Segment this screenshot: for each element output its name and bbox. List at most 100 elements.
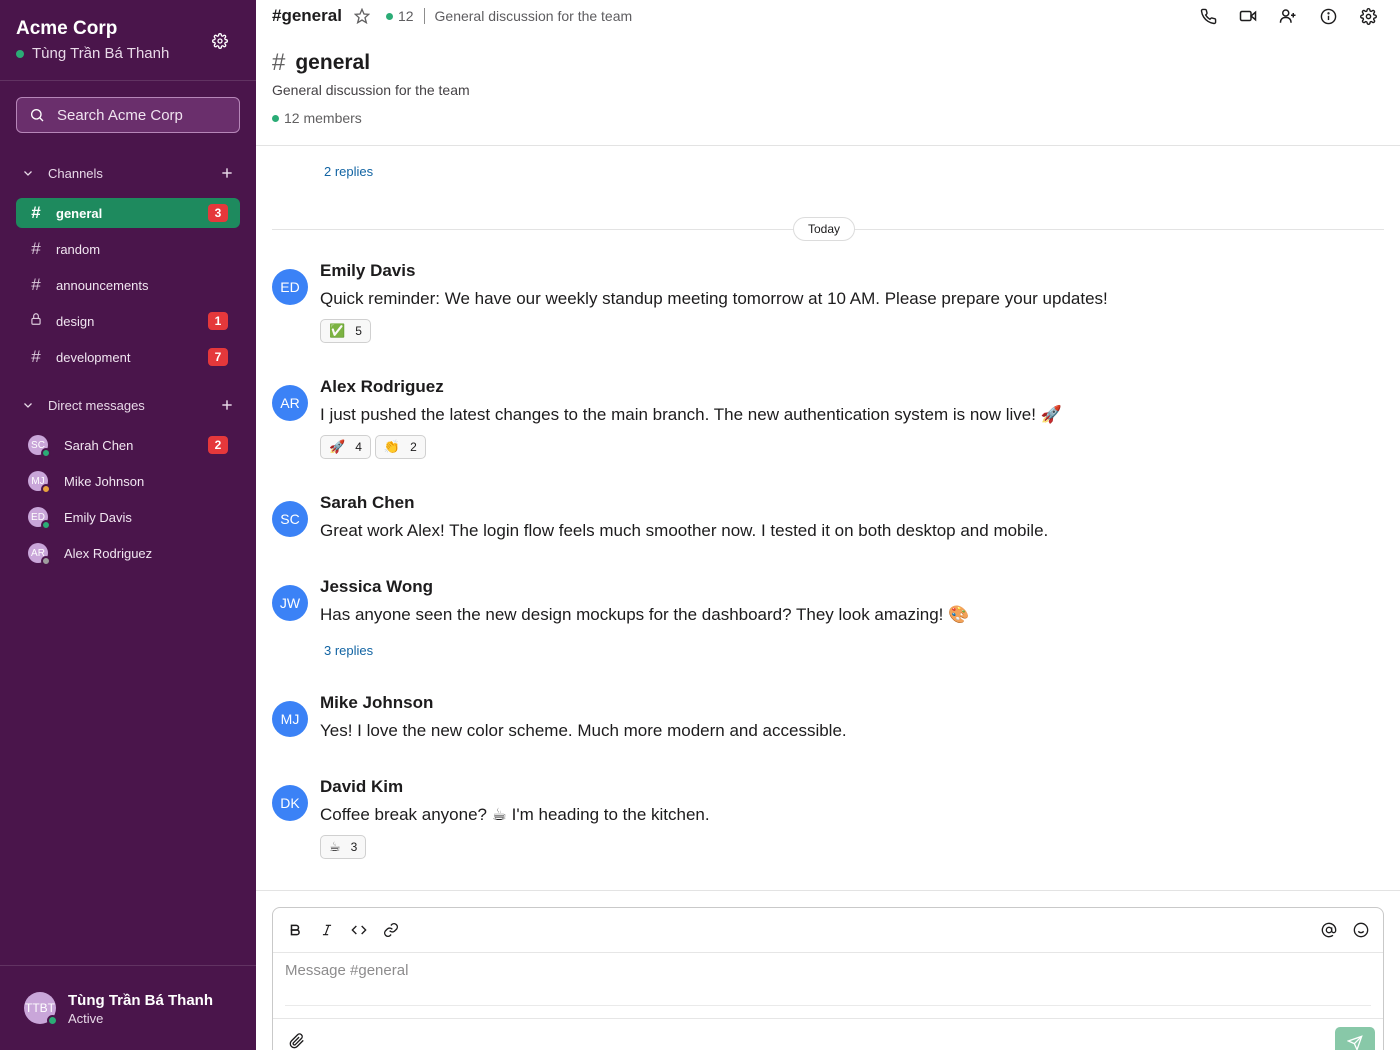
member-count[interactable]: 12: [385, 8, 414, 24]
message-list[interactable]: 2 replies Today ED Emily Davis Quick rem…: [256, 147, 1400, 890]
video-icon[interactable]: [1238, 6, 1258, 26]
workspace-name[interactable]: Acme Corp: [16, 18, 117, 40]
current-user-footer[interactable]: TTBT Tùng Trần Bá Thanh Active: [0, 965, 256, 1050]
dm-item-sarah-chen[interactable]: SC Sarah Chen 2: [16, 430, 240, 460]
bold-icon[interactable]: [285, 920, 305, 940]
dm-item-mike-johnson[interactable]: MJ Mike Johnson: [16, 466, 240, 496]
message-text: I just pushed the latest changes to the …: [320, 405, 1062, 424]
reaction-pill[interactable]: ✅ 5: [320, 319, 371, 343]
dm-name: Mike Johnson: [64, 473, 145, 489]
message-author[interactable]: Alex Rodriguez: [320, 377, 444, 397]
add-channel-plus-icon[interactable]: [218, 164, 236, 182]
message-input[interactable]: [285, 962, 1371, 1006]
message-text: Yes! I love the new color scheme. Much m…: [320, 721, 847, 740]
settings-gear-icon[interactable]: [1358, 6, 1378, 26]
channels-section-label: Channels: [48, 165, 103, 181]
avatar: SC: [28, 435, 51, 458]
message-author[interactable]: Sarah Chen: [320, 493, 414, 513]
avatar[interactable]: DK: [272, 785, 308, 821]
workspace-user: Tùng Trần Bá Thanh: [16, 45, 169, 62]
channel-item-development[interactable]: # development 7: [16, 342, 240, 372]
top-bar: #general 12 General discussion for the t…: [256, 0, 1400, 32]
workspace-header[interactable]: Acme Corp Tùng Trần Bá Thanh: [0, 0, 256, 81]
send-icon: [1347, 1035, 1363, 1050]
chevron-down-icon[interactable]: [16, 399, 40, 411]
channel-name: announcements: [56, 277, 149, 293]
add-user-icon[interactable]: [1278, 6, 1298, 26]
star-icon[interactable]: [353, 8, 370, 24]
channel-item-design[interactable]: design 1: [16, 306, 240, 336]
phone-icon[interactable]: [1198, 6, 1218, 26]
formatting-toolbar: [273, 908, 1383, 953]
avatar[interactable]: MJ: [272, 701, 308, 737]
channel-title-name: general: [295, 51, 371, 74]
search-box[interactable]: [16, 97, 240, 133]
dm-name: Sarah Chen: [64, 437, 134, 453]
current-user-status: Active: [68, 1011, 104, 1026]
dm-name: Alex Rodriguez: [64, 545, 153, 561]
hash-icon: #: [31, 275, 41, 294]
channel-members[interactable]: 12 members: [272, 110, 362, 126]
channels-section-header[interactable]: Channels: [16, 158, 240, 188]
attachment-paperclip-icon[interactable]: [289, 1033, 307, 1050]
message-author[interactable]: Jessica Wong: [320, 577, 433, 597]
message-text: Great work Alex! The login flow feels mu…: [320, 521, 1049, 540]
message-text: Coffee break anyone? ☕ I'm heading to th…: [320, 805, 710, 824]
message-text: Has anyone seen the new design mockups f…: [320, 605, 970, 624]
italic-icon[interactable]: [317, 920, 337, 940]
avatar[interactable]: TTBT: [24, 992, 58, 1026]
thread-replies-link[interactable]: 3 replies: [324, 643, 373, 658]
thread-replies-link[interactable]: 2 replies: [324, 164, 373, 179]
reaction-pill[interactable]: 🚀 4: [320, 435, 371, 459]
channel-item-general[interactable]: # general 3: [16, 198, 240, 228]
divider: [423, 8, 425, 24]
dm-item-emily-davis[interactable]: ED Emily Davis: [16, 502, 240, 532]
composer-bottom-bar: [273, 1018, 1383, 1050]
avatar: MJ: [28, 471, 51, 494]
avatar[interactable]: SC: [272, 501, 308, 537]
channel-description: General discussion for the team: [272, 82, 470, 98]
status-dot: [41, 556, 51, 566]
workspace-settings-gear-icon[interactable]: [209, 30, 231, 52]
avatar[interactable]: JW: [272, 585, 308, 621]
hash-icon: #: [272, 49, 286, 76]
channel-item-random[interactable]: # random: [16, 234, 240, 264]
emoji-icon[interactable]: [1351, 920, 1371, 940]
channel-item-announcements[interactable]: # announcements: [16, 270, 240, 300]
topbar-actions: [1178, 6, 1378, 26]
reaction-pill[interactable]: ☕ 3: [320, 835, 367, 859]
info-icon[interactable]: [1318, 6, 1338, 26]
add-dm-plus-icon[interactable]: [218, 396, 236, 414]
composer-divider: [256, 890, 1400, 891]
reactions: ☕ 3: [320, 835, 370, 859]
code-icon[interactable]: [349, 920, 369, 940]
message-composer[interactable]: [272, 907, 1384, 1050]
online-status-dot: [272, 114, 279, 122]
avatar[interactable]: AR: [272, 385, 308, 421]
search-input[interactable]: [57, 106, 227, 124]
chevron-down-icon[interactable]: [16, 167, 40, 179]
mention-at-icon[interactable]: [1319, 920, 1339, 940]
status-dot: [41, 520, 51, 530]
avatar[interactable]: ED: [272, 269, 308, 305]
channel-name: development: [56, 349, 131, 365]
dm-section-label: Direct messages: [48, 397, 145, 413]
dm-item-alex-rodriguez[interactable]: AR Alex Rodriguez: [16, 538, 240, 568]
message-author[interactable]: Mike Johnson: [320, 693, 433, 713]
workspace-user-name: Tùng Trần Bá Thanh: [32, 45, 170, 62]
dm-section-header[interactable]: Direct messages: [16, 390, 240, 420]
unread-badge: 1: [208, 312, 228, 330]
main-pane: #general 12 General discussion for the t…: [256, 0, 1400, 1050]
topbar-channel-name[interactable]: #general: [272, 6, 342, 26]
channel-name: general: [56, 205, 103, 221]
message-author[interactable]: Emily Davis: [320, 261, 415, 281]
day-divider-label[interactable]: Today: [793, 217, 856, 241]
hash-icon: #: [31, 203, 41, 222]
reaction-pill[interactable]: 👏 2: [374, 435, 426, 459]
send-button[interactable]: [1335, 1027, 1375, 1050]
channel-title: # general: [272, 49, 370, 77]
reactions: ✅ 5: [320, 319, 375, 343]
dm-name: Emily Davis: [64, 509, 132, 525]
message-author[interactable]: David Kim: [320, 777, 403, 797]
link-icon[interactable]: [381, 920, 401, 940]
